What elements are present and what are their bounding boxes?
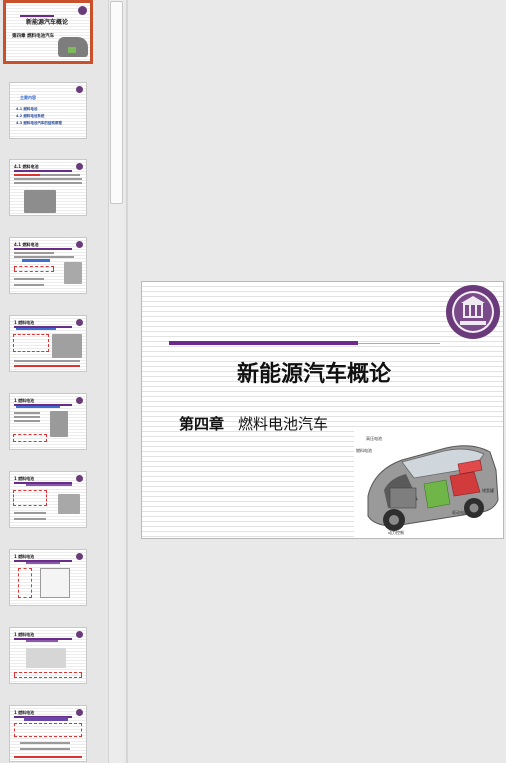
car-label: 动力控制	[388, 530, 404, 535]
thumbnail-text-line	[14, 252, 54, 254]
slide-thumbnail-1[interactable]: 新能源汽车概论 第四章 燃料电池汽车	[3, 0, 93, 64]
fuel-cell-diagram-icon	[58, 494, 80, 514]
thumbnail-title: 主要内容	[20, 95, 36, 100]
thumbnail-callout-box	[18, 568, 32, 598]
university-seal-icon	[76, 397, 83, 404]
university-seal-icon	[78, 6, 87, 15]
university-seal-icon	[76, 475, 83, 482]
thumbnail-table	[40, 568, 70, 598]
thumbnail-text-line	[14, 512, 46, 514]
chapter-number: 第四章	[179, 415, 225, 433]
thumbnail-scrollbar-thumb[interactable]	[110, 1, 123, 204]
thumbnail-highlight-text	[14, 174, 40, 176]
thumbnail-highlight-text	[22, 259, 50, 262]
slide-thumbnail-5[interactable]: 1 燃料电池	[9, 315, 87, 372]
thumbnail-text-line	[14, 518, 46, 520]
slide-thumbnail-3[interactable]: 4.1 燃料电池	[9, 159, 87, 216]
thumbnail-text-line	[40, 174, 80, 176]
thumbnail-accent-bar	[14, 170, 72, 172]
slide-thumbnail-7[interactable]: 1 燃料电池	[9, 471, 87, 528]
car-label: 驱动电机	[452, 510, 468, 515]
slide-thumbnail-8[interactable]: 1 燃料电池	[9, 549, 87, 606]
thumbnail-text-line	[14, 360, 80, 362]
thumbnail-highlight-text	[16, 328, 56, 330]
fuel-cell-image-icon	[24, 190, 56, 213]
fuel-cell-stack-icon	[50, 411, 68, 437]
thumbnail-item: 4.1 燃料电池	[16, 107, 38, 111]
thumbnail-text-line	[14, 256, 74, 258]
thumbnail-text-line	[14, 412, 40, 414]
thumbnail-accent-bar	[14, 248, 72, 250]
thumbnail-item: 4.3 燃料电池汽车的结构原理	[16, 121, 62, 125]
thumbnail-text-line	[14, 182, 82, 184]
university-seal-icon	[76, 241, 83, 248]
thumbnail-text-line	[14, 420, 40, 422]
university-seal-icon	[76, 319, 83, 326]
slide-thumbnail-6[interactable]: 1 燃料电池	[9, 393, 87, 450]
thumbnail-callout-box	[14, 723, 82, 737]
university-seal-icon	[76, 631, 83, 638]
thumbnail-text-line	[14, 416, 40, 418]
university-seal-icon	[76, 86, 83, 93]
thumbnail-highlight-text	[26, 484, 72, 486]
car-label: 燃料电池	[356, 448, 372, 453]
university-seal-icon	[76, 163, 83, 170]
slide-canvas[interactable]: 新能源汽车概论 第四章 燃料电池汽车 高压电池 燃料电池 储氢罐 驱动电机 动力控…	[141, 281, 504, 539]
fuel-cell-image-icon	[64, 262, 82, 284]
chapter-title: 燃料电池汽车	[238, 415, 329, 433]
thumbnail-subtitle: 第四章 燃料电池汽车	[12, 34, 55, 39]
thumbnail-item: 4.2 燃料电池系统	[16, 114, 45, 118]
thumbnail-text-line	[14, 284, 44, 286]
fuel-cell-car-icon	[367, 445, 499, 531]
university-seal-icon	[76, 709, 83, 716]
thumbnail-highlight-text	[14, 756, 82, 758]
thumbnail-highlight-bar	[24, 717, 68, 721]
slide-title[interactable]: 新能源汽车概论	[237, 356, 391, 388]
thumbnail-text-line	[14, 278, 44, 280]
thumbnail-accent-bar	[20, 15, 54, 17]
thumbnail-text-line	[20, 742, 70, 744]
slide-thumbnail-4[interactable]: 4.1 燃料电池	[9, 237, 87, 294]
car-label: 高压电池	[366, 436, 382, 441]
slide-thumbnail-pane[interactable]: 新能源汽车概论 第四章 燃料电池汽车 主要内容 4.1 燃料电池 4.2 燃料电…	[0, 0, 108, 763]
pane-splitter[interactable]	[126, 0, 128, 763]
thumbnail-callout-box	[13, 334, 49, 352]
thumbnail-highlight-text	[16, 406, 60, 408]
fuel-cell-diagram-icon	[52, 334, 82, 358]
thumbnail-title: 新能源汽车概论	[26, 19, 69, 26]
car-label: 储氢罐	[482, 488, 494, 493]
thumbnail-callout-box	[13, 434, 47, 442]
thumbnail-callout-box	[14, 266, 54, 272]
thumbnail-highlight-text	[26, 562, 60, 564]
thumbnail-diagram	[26, 648, 66, 668]
slide-thumbnail-9[interactable]: 1 燃料电池	[9, 627, 87, 684]
thumbnail-text-line	[20, 748, 70, 750]
thumbnail-text-line	[14, 178, 82, 180]
thumbnail-highlight-text	[14, 365, 80, 367]
chapter-heading[interactable]: 第四章 燃料电池汽车	[179, 413, 328, 434]
fuel-cell-car-image[interactable]: 高压电池 燃料电池 储氢罐 驱动电机 动力控制	[354, 430, 503, 538]
university-seal-icon	[446, 285, 500, 339]
thumbnail-callout-box	[14, 672, 82, 678]
thumbnail-callout-box	[13, 490, 47, 506]
university-seal-icon	[76, 553, 83, 560]
slide-thumbnail-2[interactable]: 主要内容 4.1 燃料电池 4.2 燃料电池系统 4.3 燃料电池汽车的结构原理	[9, 82, 87, 139]
slide-thumbnail-10[interactable]: 1 燃料电池	[9, 705, 87, 762]
thumbnail-highlight-text	[26, 640, 58, 642]
title-accent-bar	[169, 341, 358, 345]
title-accent-line	[358, 343, 440, 344]
thumbnail-car-detail	[68, 47, 76, 53]
